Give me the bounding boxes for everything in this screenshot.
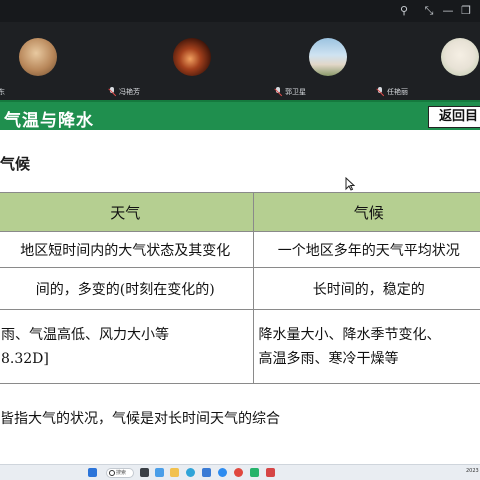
participant-name: 冯艳芳 — [119, 88, 140, 96]
column-header: 天气 — [0, 192, 255, 232]
task-view-icon[interactable] — [140, 468, 149, 477]
table-cell: 间的，多变的(时刻在变化的) — [0, 267, 255, 310]
participant-name: 任艳丽 — [387, 88, 408, 96]
slide-title: 气温与降水 — [4, 111, 94, 131]
section-label: 气候 — [0, 155, 31, 173]
media-icon[interactable] — [266, 468, 275, 477]
participant-tile[interactable]: 冯艳芳 — [110, 22, 238, 100]
meeting-app-icon[interactable] — [218, 468, 227, 477]
taskbar-clock: 2023 — [466, 468, 479, 474]
window-titlebar: ⚲ ⤡ — ❐ — [0, 0, 480, 22]
participant-nametag: 任艳丽 — [376, 86, 408, 98]
taskbar-search[interactable]: 搜索 — [106, 468, 134, 478]
participant-name: 郭卫星 — [285, 88, 306, 96]
participant-name: 东 — [0, 88, 5, 96]
mic-muted-icon — [376, 87, 384, 97]
taskbar: 搜索 2023 — [0, 464, 480, 480]
participant-tile[interactable]: 东 — [0, 22, 84, 100]
avatar — [173, 38, 211, 76]
chat-icon[interactable] — [250, 468, 259, 477]
table-row: 地区短时间内的大气状态及其变化 一个地区多年的天气平均状况 — [0, 231, 480, 268]
edge-icon[interactable] — [186, 468, 195, 477]
pin-icon[interactable]: ⚲ — [396, 3, 412, 19]
participant-nametag: 郭卫星 — [274, 86, 306, 98]
browser-icon[interactable] — [234, 468, 243, 477]
avatar — [309, 38, 347, 76]
participant-nametag: 冯艳芳 — [108, 86, 140, 98]
table-header-row: 天气 气候 — [0, 192, 480, 232]
column-header: 气候 — [253, 192, 480, 232]
widget-icon[interactable] — [155, 468, 164, 477]
participant-tile[interactable]: 任艳丽 — [378, 22, 480, 100]
table-cell: 地区短时间内的大气状态及其变化 — [0, 231, 255, 268]
table-row: 雨、气温高低、风力大小等 8.32D] 降水量大小、降水季节变化、 高温多雨、寒冷干… — [0, 309, 480, 384]
table-row: 间的，多变的(时刻在变化的) 长时间的，稳定的 — [0, 267, 480, 310]
avatar — [19, 38, 57, 76]
start-icon[interactable] — [88, 468, 97, 477]
slide-footnote: 皆指大气的状况，气候是对长时间天气的综合 — [0, 411, 280, 427]
mic-muted-icon — [108, 87, 116, 97]
return-button[interactable]: 返回目 — [428, 106, 480, 128]
table-cell: 降水量大小、降水季节变化、 高温多雨、寒冷干燥等 — [253, 309, 480, 384]
participant-tile[interactable]: 郭卫星 — [276, 22, 374, 100]
table-cell: 雨、气温高低、风力大小等 8.32D] — [0, 309, 255, 384]
comparison-table: 天气 气候 地区短时间内的大气状态及其变化 一个地区多年的天气平均状况 间的，多… — [0, 192, 480, 384]
collapse-icon[interactable]: ⤡ — [421, 3, 437, 19]
participant-nametag: 东 — [0, 86, 5, 98]
mic-muted-icon — [274, 87, 282, 97]
mouse-cursor-icon — [345, 177, 355, 191]
table-cell: 一个地区多年的天气平均状况 — [253, 231, 480, 268]
slide-header: 气温与降水 返回目 — [0, 100, 480, 131]
avatar — [441, 38, 479, 76]
store-icon[interactable] — [202, 468, 211, 477]
minimize-icon[interactable]: — — [440, 3, 456, 19]
maximize-icon[interactable]: ❐ — [458, 3, 474, 19]
participant-gallery: 东 冯艳芳 郭卫星 任艳丽 — [0, 22, 480, 100]
shared-slide: 气温与降水 返回目 气候 天气 气候 地区短时间内的大气状态及其变化 一个地区多… — [0, 100, 480, 464]
table-cell: 长时间的，稳定的 — [253, 267, 480, 310]
explorer-icon[interactable] — [170, 468, 179, 477]
